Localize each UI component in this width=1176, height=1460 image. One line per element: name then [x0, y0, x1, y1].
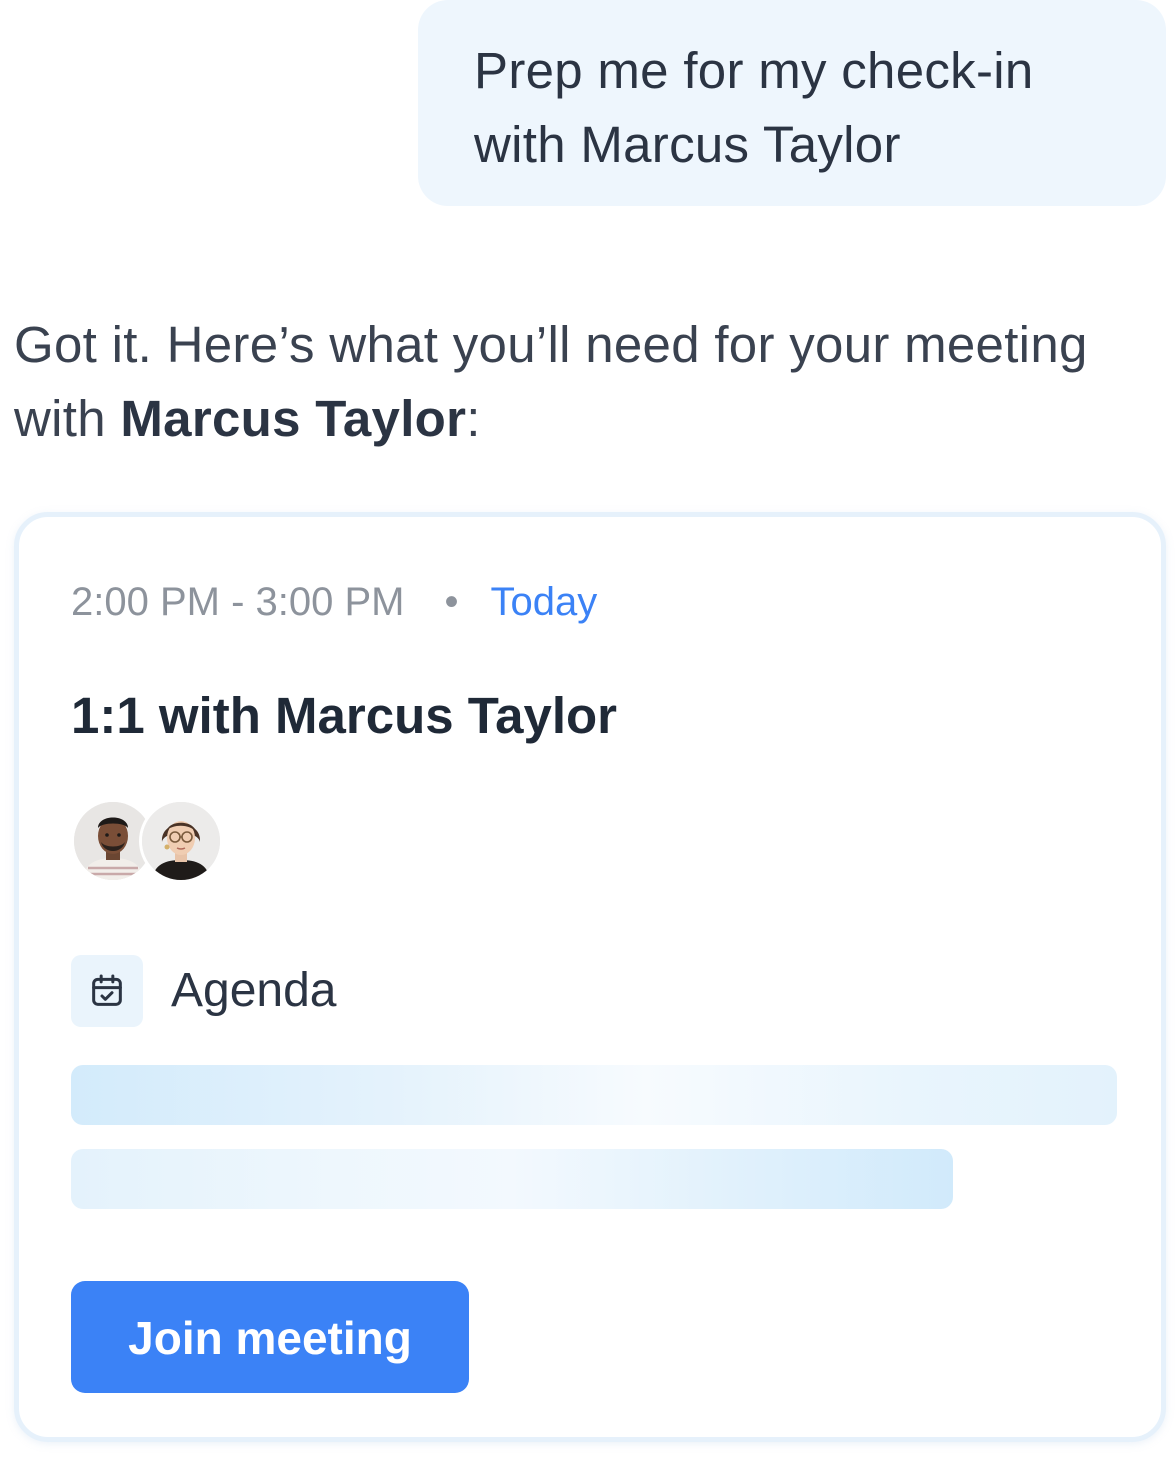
meeting-time-row: 2:00 PM - 3:00 PM • Today — [71, 577, 597, 627]
attendee-avatars — [71, 799, 231, 883]
meeting-title: 1:1 with Marcus Taylor — [71, 687, 618, 744]
assistant-message: Got it. Here’s what you’ll need for your… — [14, 308, 1114, 456]
agenda-label: Agenda — [171, 964, 337, 1017]
meeting-card: 2:00 PM - 3:00 PM • Today 1:1 with Marcus … — [14, 512, 1166, 1442]
user-message-bubble: Prep me for my check-in with Marcus Tayl… — [418, 0, 1166, 206]
meta-separator: • — [444, 580, 459, 624]
attendee-avatar-woman — [142, 802, 220, 880]
meeting-day: Today — [490, 580, 598, 624]
assistant-message-name: Marcus Taylor — [120, 390, 467, 447]
agenda-placeholder-line — [71, 1065, 1117, 1125]
agenda-placeholder-line — [71, 1149, 953, 1209]
assistant-message-suffix: : — [466, 390, 481, 447]
avatar[interactable] — [139, 799, 223, 883]
user-message-text: Prep me for my check-in with Marcus Tayl… — [474, 42, 1034, 173]
join-meeting-button[interactable]: Join meeting — [71, 1281, 469, 1393]
meeting-time: 2:00 PM - 3:00 PM — [71, 580, 405, 624]
agenda-row: Agenda — [71, 955, 671, 1027]
calendar-check-icon — [71, 955, 143, 1027]
